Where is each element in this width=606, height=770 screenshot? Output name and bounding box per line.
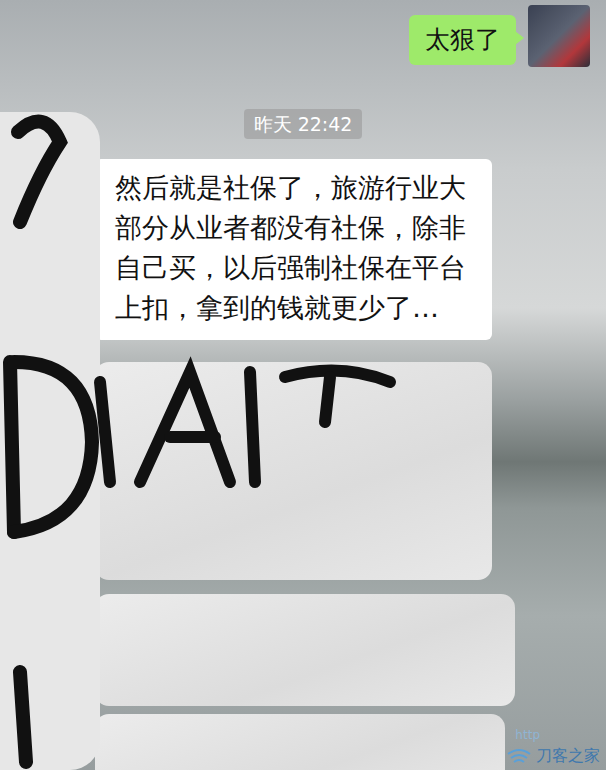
brush-icon xyxy=(0,112,100,770)
avatar-icon[interactable] xyxy=(528,5,590,67)
wave-logo-icon xyxy=(506,746,532,766)
sent-message: 太狠了 xyxy=(0,5,606,67)
watermark-url: http xyxy=(515,728,600,742)
brush-stroke-icon xyxy=(80,352,400,512)
sent-bubble[interactable]: 太狠了 xyxy=(409,15,516,65)
timestamp: 昨天 22:42 xyxy=(244,109,363,139)
watermark: http 刀客之家 xyxy=(506,728,600,766)
redaction-strip xyxy=(0,112,100,770)
redacted-bubble xyxy=(95,714,505,770)
watermark-name: 刀客之家 xyxy=(536,746,600,766)
redacted-bubble xyxy=(95,594,515,706)
redacted-bubble xyxy=(95,362,492,580)
watermark-logo: 刀客之家 xyxy=(506,746,600,766)
chat-window: 太狠了昨天 22:42 然后就是社保了，旅游行业大部分从业者都没有社保，除非自己买… xyxy=(0,0,606,770)
received-bubble[interactable]: 然后就是社保了，旅游行业大部分从业者都没有社保，除非自己买，以后强制社保在平台上… xyxy=(95,159,492,340)
